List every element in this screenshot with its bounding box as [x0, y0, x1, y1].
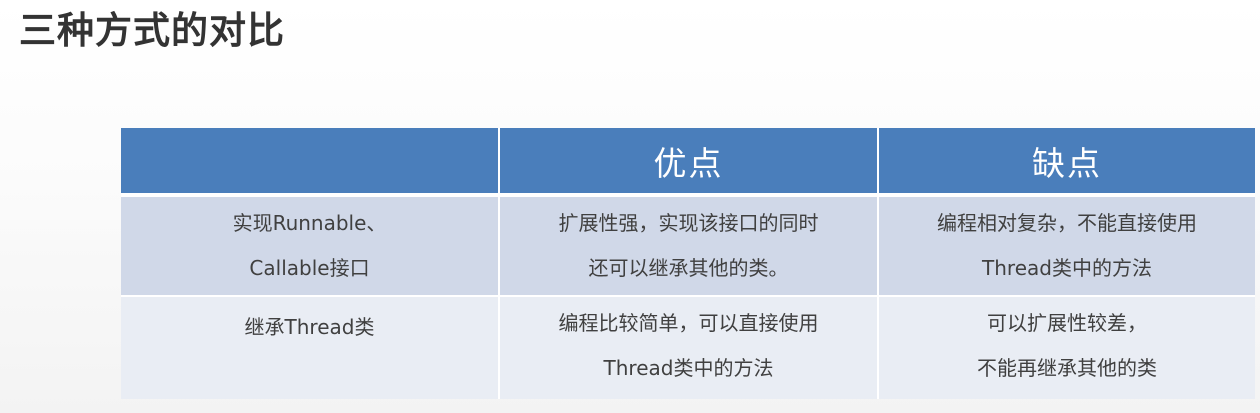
cell-text-line: 编程相对复杂，不能直接使用 — [937, 211, 1197, 235]
cell-text-line: 还可以继承其他的类。 — [588, 256, 789, 280]
header-cell-method — [121, 128, 500, 197]
table-row: 继承Thread类 编程比较简单，可以直接使用 Thread类中的方法 可以扩展… — [121, 296, 1255, 399]
method-name-cell: 实现Runnable、 Callable接口 — [121, 195, 500, 297]
cell-text-line: 编程比较简单，可以直接使用 — [558, 311, 819, 335]
table-row: 实现Runnable、 Callable接口 扩展性强，实现该接口的同时 还可以… — [121, 195, 1255, 297]
method-name-cell: 继承Thread类 — [121, 296, 500, 399]
table-header-row: 优点 缺点 — [121, 128, 1255, 197]
header-cell-pros: 优点 — [499, 128, 879, 197]
cons-cell: 可以扩展性较差， 不能再继承其他的类 — [878, 296, 1255, 399]
cell-text-line: 可以扩展性较差， — [987, 311, 1147, 335]
cell-text-line: 不能再继承其他的类 — [977, 356, 1157, 380]
pros-cell: 扩展性强，实现该接口的同时 还可以继承其他的类。 — [499, 195, 879, 297]
header-cell-cons: 缺点 — [878, 128, 1255, 197]
slide-title: 三种方式的对比 — [19, 9, 285, 52]
cell-text-line: Thread类中的方法 — [982, 256, 1152, 280]
cell-text-line: Thread类中的方法 — [603, 356, 774, 380]
cell-text-line: 扩展性强，实现该接口的同时 — [558, 211, 819, 235]
cell-text-line: 继承Thread类 — [244, 315, 375, 339]
pros-cell: 编程比较简单，可以直接使用 Thread类中的方法 — [499, 296, 879, 399]
cons-cell: 编程相对复杂，不能直接使用 Thread类中的方法 — [878, 195, 1255, 297]
comparison-table: 优点 缺点 实现Runnable、 Callable接口 扩展性强，实现该接口的… — [121, 128, 1255, 399]
cell-text-line: Callable接口 — [249, 256, 370, 280]
cell-text-line: 实现Runnable、 — [232, 211, 387, 235]
